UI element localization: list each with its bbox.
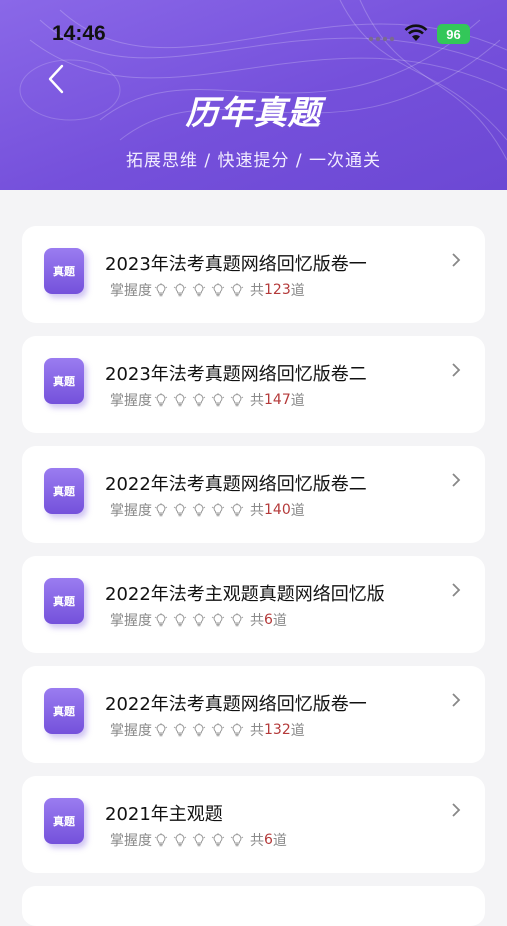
count-unit: 道 [272, 833, 287, 849]
count-unit: 道 [290, 503, 305, 519]
question-count: 123 [264, 282, 291, 298]
exam-title: 2021年主观题 [105, 804, 223, 825]
lightbulb-icon [211, 503, 225, 517]
chevron-right-icon [452, 803, 461, 817]
lightbulb-icon [211, 723, 225, 737]
lightbulb-icon [192, 833, 206, 847]
lightbulb-icon [230, 393, 244, 407]
mastery-rating [154, 723, 244, 737]
exam-title: 2022年法考真题网络回忆版卷二 [105, 474, 367, 495]
lightbulb-icon [154, 503, 168, 517]
question-count: 132 [264, 722, 291, 738]
exam-meta: 掌握度 共6道 [110, 610, 287, 630]
exam-badge: 真题 [44, 688, 84, 734]
exam-badge: 真题 [44, 578, 84, 624]
count-prefix: 共 [250, 833, 264, 849]
lightbulb-icon [154, 393, 168, 407]
lightbulb-icon [154, 283, 168, 297]
mastery-rating [154, 833, 244, 847]
list-item[interactable]: 真题 2022年法考主观题真题网络回忆版 掌握度 共6道 [22, 556, 485, 653]
lightbulb-icon [230, 283, 244, 297]
exam-badge: 真题 [44, 468, 84, 514]
page-title: 历年真题 [185, 93, 322, 132]
count-unit: 道 [290, 723, 305, 739]
mastery-label: 掌握度 [110, 613, 152, 629]
lightbulb-icon [154, 723, 168, 737]
mastery-label: 掌握度 [110, 393, 152, 409]
wifi-icon [404, 24, 428, 41]
lightbulb-icon [173, 503, 187, 517]
chevron-right-icon [452, 363, 461, 377]
chevron-right-icon [452, 473, 461, 487]
exam-badge: 真题 [44, 798, 84, 844]
list-item[interactable]: 真题 2023年法考真题网络回忆版卷二 掌握度 共 147 道 [22, 336, 485, 433]
lightbulb-icon [173, 393, 187, 407]
lightbulb-icon [211, 283, 225, 297]
exam-meta: 掌握度 共 123 道 [110, 280, 305, 300]
exam-title: 2022年法考真题网络回忆版卷一 [105, 694, 367, 715]
lightbulb-icon [173, 613, 187, 627]
count-prefix: 共 [250, 503, 264, 519]
chevron-right-icon [452, 583, 461, 597]
lightbulb-icon [173, 833, 187, 847]
exam-meta: 掌握度 共 132 道 [110, 720, 305, 740]
chevron-right-icon [452, 253, 461, 267]
battery-icon: 96 [437, 24, 470, 44]
chevron-right-icon [452, 693, 461, 707]
lightbulb-icon [192, 613, 206, 627]
exam-title: 2023年法考真题网络回忆版卷二 [105, 364, 367, 385]
count-prefix: 共 [250, 723, 264, 739]
exam-meta: 掌握度 共 140 道 [110, 500, 305, 520]
question-count: 140 [264, 502, 291, 518]
lightbulb-icon [211, 393, 225, 407]
lightbulb-icon [230, 723, 244, 737]
count-unit: 道 [290, 393, 305, 409]
exam-meta: 掌握度 共 147 道 [110, 390, 305, 410]
list-item[interactable]: 真题 2022年法考真题网络回忆版卷二 掌握度 共 140 道 [22, 446, 485, 543]
exam-meta: 掌握度 共6道 [110, 830, 287, 850]
signal-icon [368, 36, 395, 42]
list-item[interactable]: 真题 2023年法考真题网络回忆版卷一 掌握度 共 123 道 [22, 226, 485, 323]
question-count: 147 [264, 392, 291, 408]
lightbulb-icon [230, 833, 244, 847]
count-unit: 道 [272, 613, 287, 629]
exam-badge: 真题 [44, 248, 84, 294]
lightbulb-icon [230, 613, 244, 627]
lightbulb-icon [211, 613, 225, 627]
lightbulb-icon [211, 833, 225, 847]
mastery-label: 掌握度 [110, 833, 152, 849]
status-bar: 14:46 96 [0, 0, 507, 68]
mastery-label: 掌握度 [110, 283, 152, 299]
exam-title: 2022年法考主观题真题网络回忆版 [105, 584, 385, 605]
question-count: 6 [264, 612, 273, 628]
mastery-label: 掌握度 [110, 503, 152, 519]
mastery-label: 掌握度 [110, 723, 152, 739]
count-prefix: 共 [250, 393, 264, 409]
lightbulb-icon [154, 613, 168, 627]
exam-title: 2023年法考真题网络回忆版卷一 [105, 254, 367, 275]
list-item[interactable]: 真题 2021年主观题 掌握度 共6道 [22, 776, 485, 873]
header: 14:46 96 历年真题 拓展思维 / 快速提分 / 一次通关 [0, 0, 507, 190]
page-subtitle: 拓展思维 / 快速提分 / 一次通关 [125, 151, 382, 171]
question-count: 6 [264, 832, 273, 848]
lightbulb-icon [173, 283, 187, 297]
lightbulb-icon [192, 393, 206, 407]
lightbulb-icon [154, 833, 168, 847]
mastery-rating [154, 503, 244, 517]
mastery-rating [154, 283, 244, 297]
mastery-rating [154, 613, 244, 627]
lightbulb-icon [192, 723, 206, 737]
lightbulb-icon [173, 723, 187, 737]
count-unit: 道 [290, 283, 305, 299]
lightbulb-icon [192, 283, 206, 297]
status-time: 14:46 [52, 22, 106, 45]
exam-badge: 真题 [44, 358, 84, 404]
count-prefix: 共 [250, 283, 264, 299]
list-item[interactable]: 真题 2022年法考真题网络回忆版卷一 掌握度 共 132 道 [22, 666, 485, 763]
mastery-rating [154, 393, 244, 407]
lightbulb-icon [192, 503, 206, 517]
lightbulb-icon [230, 503, 244, 517]
count-prefix: 共 [250, 613, 264, 629]
list-item[interactable] [22, 886, 485, 926]
